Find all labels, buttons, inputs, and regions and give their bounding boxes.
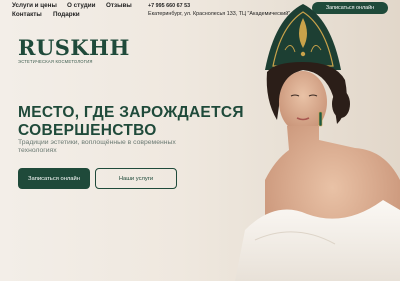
book-online-button[interactable]: Записаться онлайн <box>18 168 90 189</box>
our-services-button[interactable]: Наши услуги <box>95 168 177 189</box>
hero-headline: МЕСТО, ГДЕ ЗАРОЖДАЕТСЯ СОВЕРШЕНСТВО <box>18 104 244 140</box>
logo[interactable]: RUSKHH ЭСТЕТИЧЕСКАЯ КОСМЕТОЛОГИЯ <box>18 35 130 64</box>
logo-wordmark: RUSKHH <box>18 35 130 60</box>
nav-link-reviews[interactable]: Отзывы <box>106 2 132 9</box>
nav-link-gifts[interactable]: Подарки <box>53 11 80 18</box>
hero-subtext: Традиции эстетики, воплощённые в совреме… <box>18 139 176 154</box>
hero-headline-line-2: СОВЕРШЕНСТВО <box>18 122 157 139</box>
nav-link-about[interactable]: О студии <box>67 2 95 9</box>
nav-link-services[interactable]: Услуги и цены <box>12 2 57 9</box>
hero-headline-line-1: МЕСТО, ГДЕ ЗАРОЖДАЕТСЯ <box>18 104 244 121</box>
hero-portrait-image <box>235 4 400 281</box>
nav-link-contacts[interactable]: Контакты <box>12 11 42 18</box>
